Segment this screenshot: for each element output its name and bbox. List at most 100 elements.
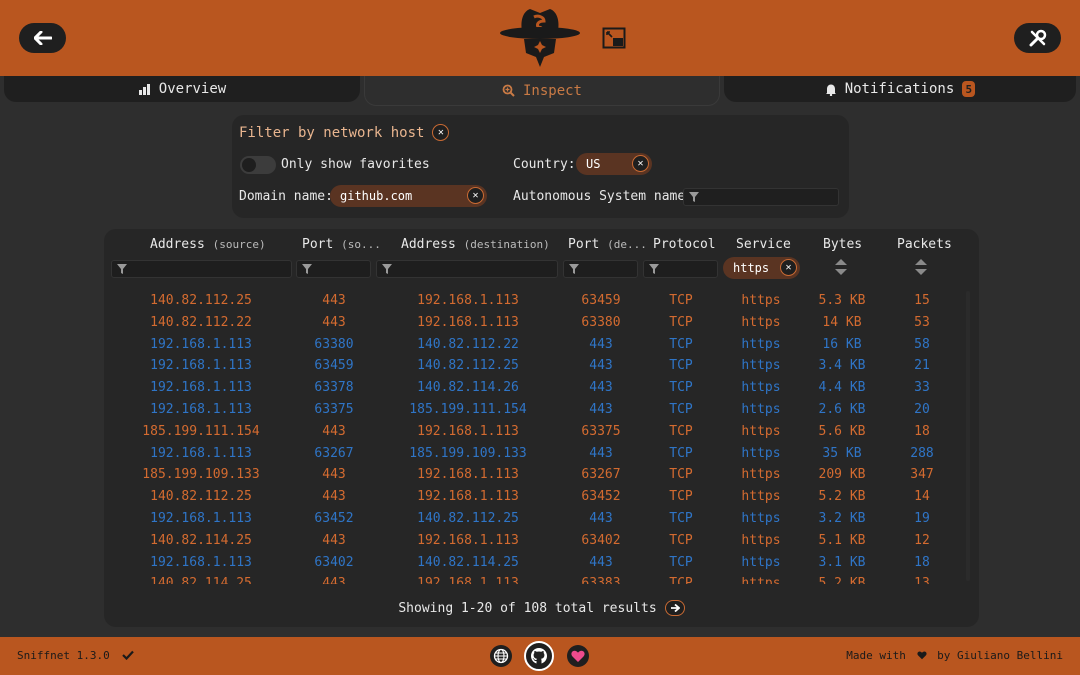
table-row[interactable]: 192.168.1.113 63378 140.82.114.26 443 TCP htt… [104, 378, 979, 400]
dst-address-filter[interactable] [376, 260, 558, 278]
funnel-icon [569, 264, 579, 274]
cell-dst-port: 443 [589, 554, 613, 570]
cell-service: https [741, 358, 781, 374]
cell-packets: 18 [914, 423, 930, 439]
table-row[interactable]: 140.82.114.25 443 192.168.1.113 63402 TCP htt… [104, 531, 979, 553]
cell-bytes: 3.4 KB [818, 358, 866, 374]
col-header-bytes[interactable]: Bytes [823, 237, 862, 252]
clear-service-filter-button[interactable]: ✕ [780, 259, 797, 276]
clear-host-filter-button[interactable]: ✕ [432, 124, 450, 141]
table-scrollbar[interactable] [966, 291, 970, 581]
as-name-input[interactable] [683, 188, 839, 206]
service-filter[interactable]: https ✕ [723, 257, 800, 279]
col-header-dst-address[interactable]: Address (destination) [401, 237, 550, 252]
cell-dst-address: 140.82.112.25 [417, 511, 519, 526]
table-row[interactable]: 192.168.1.113 63452 140.82.112.25 443 TCP htt… [104, 509, 979, 531]
table-row[interactable]: 192.168.1.113 63402 140.82.114.25 443 TCP htt… [104, 553, 979, 575]
as-name-label: Autonomous System name: [513, 189, 694, 204]
clear-domain-button[interactable]: ✕ [467, 187, 484, 204]
github-icon [531, 648, 547, 664]
cell-service: https [741, 554, 781, 570]
cell-src-port: 63380 [314, 336, 354, 352]
version-label: Sniffnet 1.3.0 [17, 649, 135, 662]
cell-service: https [741, 336, 781, 352]
cell-src-address: 192.168.1.113 [150, 358, 252, 374]
table-row[interactable]: 192.168.1.113 63459 140.82.112.25 443 TCP htt… [104, 356, 979, 378]
picture-in-picture-icon[interactable] [602, 27, 626, 49]
cell-packets: 58 [914, 336, 930, 352]
github-link[interactable] [524, 641, 554, 671]
host-filter-title: Filter by network host ✕ [239, 124, 450, 141]
next-page-button[interactable] [664, 600, 685, 616]
settings-button[interactable] [1014, 23, 1061, 53]
cell-src-address: 192.168.1.113 [150, 402, 252, 417]
col-header-src-port[interactable]: Port (so... [302, 237, 381, 252]
domain-field[interactable]: github.com ✕ [330, 185, 487, 207]
cell-protocol: TCP [669, 445, 693, 461]
cell-service: https [741, 402, 781, 417]
cell-dst-address: 140.82.114.25 [417, 554, 519, 570]
src-address-filter[interactable] [111, 260, 292, 278]
cell-bytes: 2.6 KB [818, 402, 866, 417]
tab-inspect[interactable]: Inspect [364, 76, 720, 106]
cell-dst-address: 192.168.1.113 [417, 576, 519, 584]
cell-bytes: 14 KB [822, 314, 862, 330]
domain-value: github.com [340, 189, 413, 203]
cell-dst-address: 192.168.1.113 [417, 467, 519, 483]
table-row[interactable]: 185.199.111.154 443 192.168.1.113 63375 TCP h… [104, 422, 979, 444]
heart-icon [916, 651, 927, 660]
cell-service: https [741, 445, 781, 461]
cell-bytes: 3.2 KB [818, 511, 866, 526]
cell-packets: 21 [914, 358, 930, 374]
cell-src-port: 443 [322, 467, 346, 483]
service-filter-value: https [733, 261, 770, 275]
table-row[interactable]: 185.199.109.133 443 192.168.1.113 63267 TCP h… [104, 465, 979, 487]
arrow-right-icon [670, 604, 680, 612]
clear-country-button[interactable]: ✕ [632, 155, 649, 172]
cell-src-port: 63267 [314, 445, 354, 461]
tab-overview[interactable]: Overview [4, 76, 360, 102]
tab-notifications[interactable]: Notifications 5 [724, 76, 1076, 102]
tab-inspect-label: Inspect [522, 82, 582, 99]
cell-src-port: 63459 [314, 358, 354, 374]
cell-protocol: TCP [669, 532, 693, 548]
website-link[interactable] [490, 645, 512, 667]
src-port-filter[interactable] [296, 260, 371, 278]
cell-packets: 12 [914, 532, 930, 548]
table-row[interactable]: 140.82.112.22 443 192.168.1.113 63380 TCP htt… [104, 313, 979, 335]
cell-src-address: 140.82.112.25 [150, 489, 252, 505]
table-row[interactable]: 140.82.112.25 443 192.168.1.113 63459 TCP htt… [104, 291, 979, 313]
back-button[interactable] [19, 23, 66, 53]
cell-src-port: 443 [322, 532, 346, 548]
cell-src-address: 192.168.1.113 [150, 336, 252, 352]
favorites-toggle[interactable] [240, 156, 276, 174]
host-filter-title-text: Filter by network host [239, 124, 425, 141]
col-header-src-address[interactable]: Address (source) [150, 237, 266, 252]
cell-src-port: 443 [322, 423, 346, 439]
table-row[interactable]: 140.82.112.25 443 192.168.1.113 63452 TCP htt… [104, 487, 979, 509]
col-header-dst-port[interactable]: Port (de... [568, 237, 647, 252]
cell-protocol: TCP [669, 314, 693, 330]
cell-service: https [741, 467, 781, 483]
protocol-filter[interactable] [643, 260, 718, 278]
table-row[interactable]: 192.168.1.113 63380 140.82.112.22 443 TCP htt… [104, 335, 979, 357]
credit-line: Made with by Giuliano Bellini [846, 649, 1063, 662]
cell-dst-port: 63459 [581, 293, 621, 308]
sponsor-link[interactable] [567, 645, 589, 667]
dst-port-filter[interactable] [563, 260, 638, 278]
table-row[interactable]: 140.82.114.25 443 192.168.1.113 63383 TCP htt… [104, 574, 979, 584]
cell-bytes: 16 KB [822, 336, 862, 352]
col-header-packets[interactable]: Packets [897, 237, 952, 252]
cell-src-port: 63452 [314, 511, 354, 526]
cell-bytes: 5.2 KB [818, 489, 866, 505]
cell-protocol: TCP [669, 402, 693, 417]
cell-dst-port: 443 [589, 402, 613, 417]
country-field[interactable]: US ✕ [576, 153, 652, 175]
col-header-service[interactable]: Service [736, 237, 791, 252]
sort-packets-icon[interactable] [914, 258, 928, 276]
col-header-protocol[interactable]: Protocol [653, 237, 716, 252]
cell-dst-port: 63380 [581, 314, 621, 330]
table-row[interactable]: 192.168.1.113 63267 185.199.109.133 443 TCP h… [104, 444, 979, 466]
table-row[interactable]: 192.168.1.113 63375 185.199.111.154 443 TCP h… [104, 400, 979, 422]
sort-bytes-icon[interactable] [834, 258, 848, 276]
